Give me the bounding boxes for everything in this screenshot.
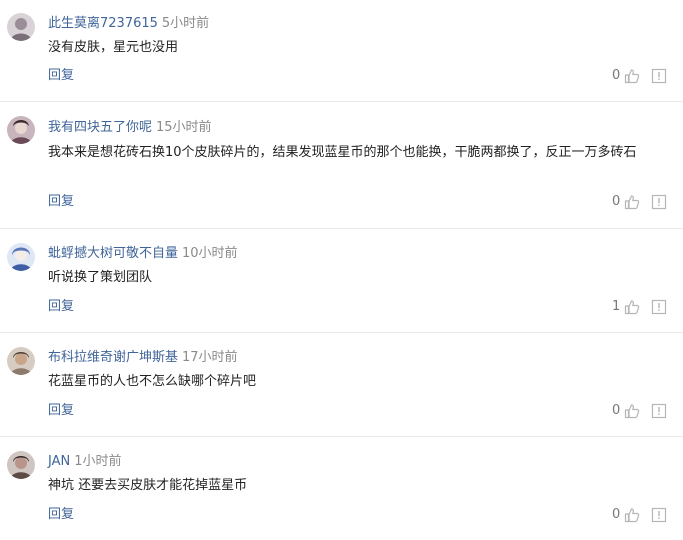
thumbs-up-icon[interactable] <box>624 403 640 419</box>
avatar[interactable] <box>7 13 35 41</box>
report-icon[interactable] <box>651 403 667 419</box>
comment-item: JAN 1小时前 神坑 还要去买皮肤才能花掉蓝星币 回复 0 <box>0 437 683 540</box>
timestamp: 1小时前 <box>74 454 122 469</box>
comment-meta: JAN 1小时前 <box>48 453 122 471</box>
reply-button[interactable]: 回复 <box>48 193 74 211</box>
comment-text: 我本来是想花砖石换10个皮肤碎片的，结果发现蓝星币的那个也能换，干脆两都换了，反… <box>48 145 637 160</box>
thumbs-up-icon[interactable] <box>624 194 640 210</box>
comment-meta: 此生莫离7237615 5小时前 <box>48 15 209 33</box>
comment-item: 蚍蜉撼大树可敬不自量 10小时前 听说换了策划团队 回复 1 <box>0 229 683 333</box>
timestamp: 17小时前 <box>182 350 238 365</box>
comment-meta: 蚍蜉撼大树可敬不自量 10小时前 <box>48 245 238 263</box>
comment-item: 我有四块五了你呢 15小时前 我本来是想花砖石换10个皮肤碎片的，结果发现蓝星币的… <box>0 102 683 229</box>
reply-button[interactable]: 回复 <box>48 402 74 420</box>
report-icon[interactable] <box>651 68 667 84</box>
like-count: 1 <box>612 299 621 314</box>
username[interactable]: JAN <box>48 454 70 469</box>
like-count: 0 <box>612 403 621 418</box>
username[interactable]: 蚍蜉撼大树可敬不自量 <box>48 246 178 261</box>
reply-button[interactable]: 回复 <box>48 67 74 85</box>
timestamp: 15小时前 <box>156 120 212 135</box>
like-count: 0 <box>612 68 621 83</box>
thumbs-up-icon[interactable] <box>624 68 640 84</box>
report-icon[interactable] <box>651 194 667 210</box>
username[interactable]: 此生莫离7237615 <box>48 16 158 31</box>
thumbs-up-icon[interactable] <box>624 299 640 315</box>
avatar[interactable] <box>7 243 35 271</box>
avatar[interactable] <box>7 451 35 479</box>
report-icon[interactable] <box>651 507 667 523</box>
reply-button[interactable]: 回复 <box>48 506 74 524</box>
avatar[interactable] <box>7 116 35 144</box>
comment-item: 此生莫离7237615 5小时前 没有皮肤，星元也没用 回复 0 <box>0 0 683 102</box>
comment-item: 布科拉维奇谢广坤斯基 17小时前 花蓝星币的人也不怎么缺哪个碎片吧 回复 0 <box>0 333 683 437</box>
avatar[interactable] <box>7 347 35 375</box>
like-count: 0 <box>612 194 621 209</box>
timestamp: 5小时前 <box>161 16 210 31</box>
comment-text: 听说换了策划团队 <box>48 270 153 285</box>
comment-text: 没有皮肤，星元也没用 <box>48 40 179 55</box>
comment-meta: 布科拉维奇谢广坤斯基 17小时前 <box>48 349 238 367</box>
thumbs-up-icon[interactable] <box>624 507 640 523</box>
comment-text: 神坑 还要去买皮肤才能花掉蓝星币 <box>48 478 248 493</box>
like-count: 0 <box>612 507 621 522</box>
report-icon[interactable] <box>651 299 667 315</box>
comment-text: 花蓝星币的人也不怎么缺哪个碎片吧 <box>48 374 257 389</box>
username[interactable]: 布科拉维奇谢广坤斯基 <box>48 350 178 365</box>
timestamp: 10小时前 <box>182 246 238 261</box>
reply-button[interactable]: 回复 <box>48 298 74 316</box>
username[interactable]: 我有四块五了你呢 <box>48 120 152 135</box>
comment-meta: 我有四块五了你呢 15小时前 <box>48 119 212 137</box>
